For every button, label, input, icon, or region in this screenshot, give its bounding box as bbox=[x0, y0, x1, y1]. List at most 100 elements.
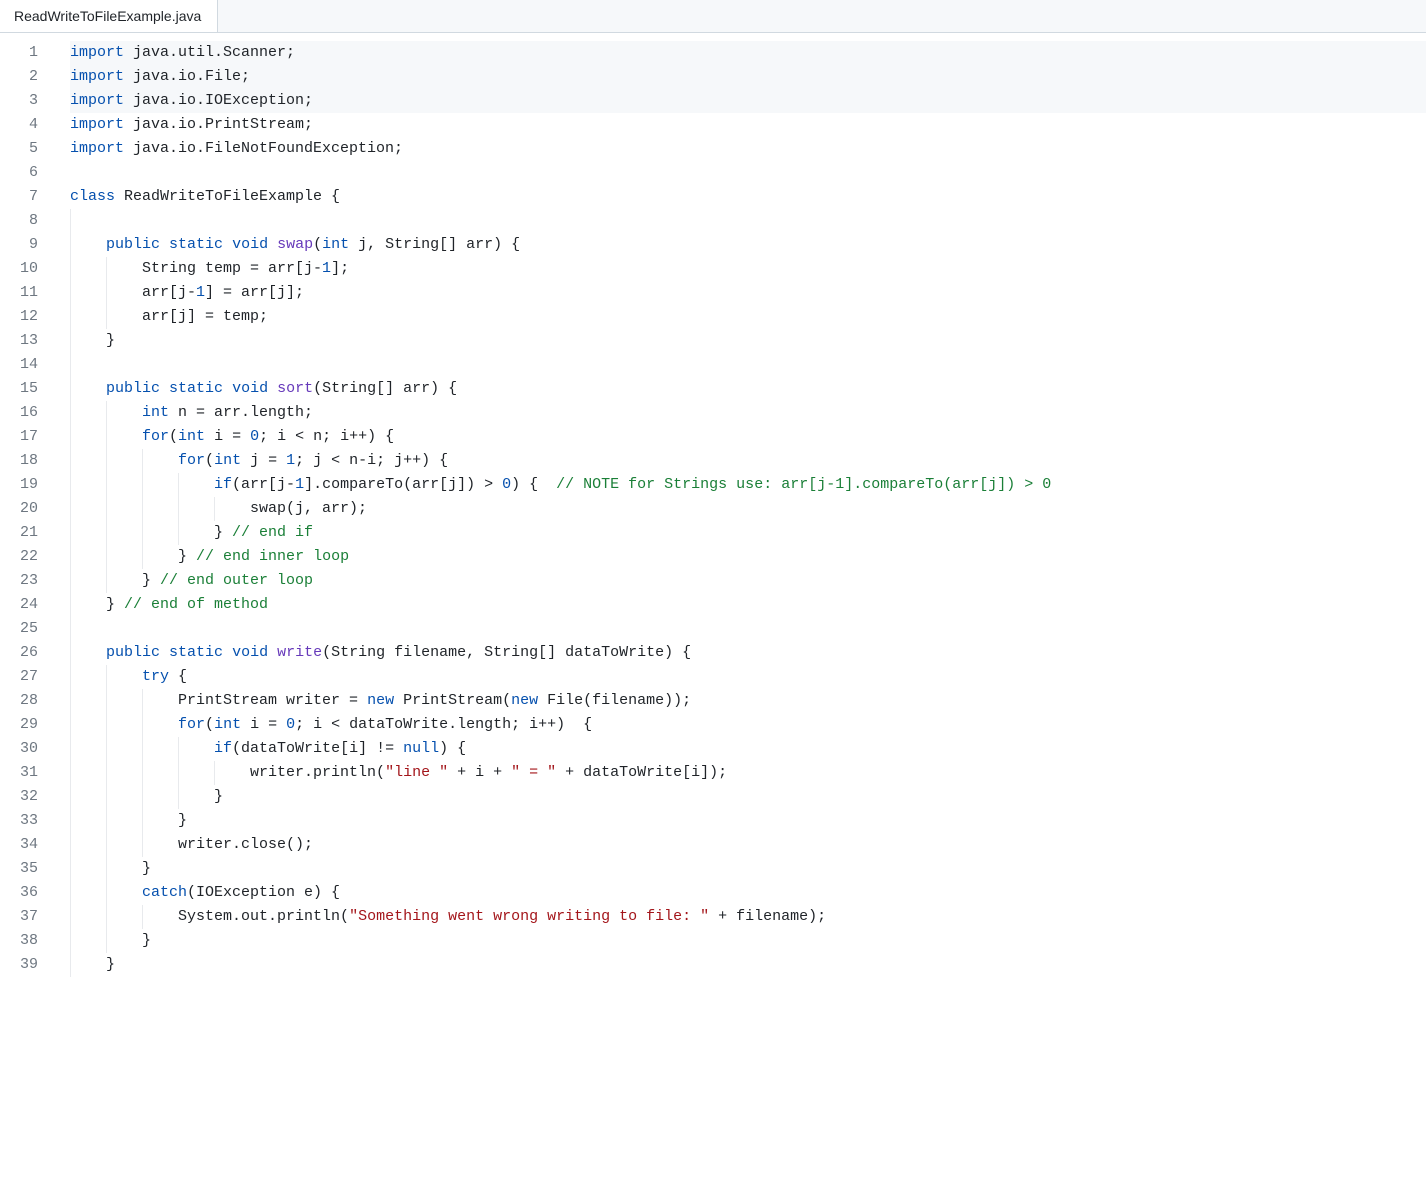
code-line bbox=[70, 353, 1426, 377]
indent-guide bbox=[70, 617, 71, 641]
indent-guide bbox=[106, 281, 107, 305]
indent-guide bbox=[106, 833, 107, 857]
line-number: 14 bbox=[0, 353, 38, 377]
code-line bbox=[70, 161, 1426, 185]
line-number: 13 bbox=[0, 329, 38, 353]
indent-guide bbox=[70, 929, 71, 953]
indent-guide bbox=[142, 905, 143, 929]
code-line: import java.io.File; bbox=[70, 65, 1426, 89]
indent-guide bbox=[142, 713, 143, 737]
code-line: System.out.println("Something went wrong… bbox=[70, 905, 1426, 929]
indent-guide bbox=[106, 665, 107, 689]
code-content[interactable]: import java.util.Scanner;import java.io.… bbox=[56, 33, 1426, 985]
line-number: 12 bbox=[0, 305, 38, 329]
indent-guide bbox=[106, 881, 107, 905]
line-number: 29 bbox=[0, 713, 38, 737]
indent-guide bbox=[70, 473, 71, 497]
indent-guide bbox=[142, 737, 143, 761]
indent-guide bbox=[106, 473, 107, 497]
code-line: catch(IOException e) { bbox=[70, 881, 1426, 905]
code-line: } bbox=[70, 929, 1426, 953]
code-line: } bbox=[70, 857, 1426, 881]
code-line: import java.util.Scanner; bbox=[70, 41, 1426, 65]
indent-guide bbox=[142, 785, 143, 809]
code-line: public static void sort(String[] arr) { bbox=[70, 377, 1426, 401]
indent-guide bbox=[178, 497, 179, 521]
code-line: } bbox=[70, 785, 1426, 809]
indent-guide bbox=[70, 857, 71, 881]
indent-guide bbox=[70, 545, 71, 569]
line-number: 39 bbox=[0, 953, 38, 977]
indent-guide bbox=[70, 377, 71, 401]
indent-guide bbox=[106, 809, 107, 833]
indent-guide bbox=[142, 497, 143, 521]
indent-guide bbox=[70, 641, 71, 665]
code-line: for(int i = 0; i < dataToWrite.length; i… bbox=[70, 713, 1426, 737]
code-line: int n = arr.length; bbox=[70, 401, 1426, 425]
indent-guide bbox=[70, 785, 71, 809]
indent-guide bbox=[142, 521, 143, 545]
code-line: public static void swap(int j, String[] … bbox=[70, 233, 1426, 257]
code-line bbox=[70, 209, 1426, 233]
indent-guide bbox=[70, 521, 71, 545]
code-line: if(arr[j-1].compareTo(arr[j]) > 0) { // … bbox=[70, 473, 1426, 497]
line-number: 11 bbox=[0, 281, 38, 305]
indent-guide bbox=[70, 497, 71, 521]
line-number: 9 bbox=[0, 233, 38, 257]
indent-guide bbox=[214, 761, 215, 785]
indent-guide bbox=[106, 497, 107, 521]
line-number: 3 bbox=[0, 89, 38, 113]
code-line: String temp = arr[j-1]; bbox=[70, 257, 1426, 281]
indent-guide bbox=[178, 473, 179, 497]
indent-guide bbox=[70, 233, 71, 257]
indent-guide bbox=[70, 329, 71, 353]
indent-guide bbox=[142, 545, 143, 569]
line-number: 33 bbox=[0, 809, 38, 833]
indent-guide bbox=[214, 497, 215, 521]
line-number: 27 bbox=[0, 665, 38, 689]
code-line: writer.close(); bbox=[70, 833, 1426, 857]
code-line: import java.io.PrintStream; bbox=[70, 113, 1426, 137]
file-tab[interactable]: ReadWriteToFileExample.java bbox=[0, 0, 218, 32]
code-line: } bbox=[70, 953, 1426, 977]
line-number: 24 bbox=[0, 593, 38, 617]
code-line: writer.println("line " + i + " = " + dat… bbox=[70, 761, 1426, 785]
indent-guide bbox=[178, 737, 179, 761]
line-number-gutter: 1234567891011121314151617181920212223242… bbox=[0, 33, 56, 985]
indent-guide bbox=[142, 809, 143, 833]
indent-guide bbox=[106, 785, 107, 809]
indent-guide bbox=[106, 425, 107, 449]
line-number: 25 bbox=[0, 617, 38, 641]
indent-guide bbox=[142, 449, 143, 473]
indent-guide bbox=[70, 809, 71, 833]
line-number: 7 bbox=[0, 185, 38, 209]
indent-guide bbox=[106, 857, 107, 881]
indent-guide bbox=[106, 545, 107, 569]
line-number: 36 bbox=[0, 881, 38, 905]
indent-guide bbox=[70, 425, 71, 449]
line-number: 19 bbox=[0, 473, 38, 497]
indent-guide bbox=[106, 905, 107, 929]
code-line: try { bbox=[70, 665, 1426, 689]
line-number: 16 bbox=[0, 401, 38, 425]
indent-guide bbox=[70, 689, 71, 713]
indent-guide bbox=[70, 353, 71, 377]
indent-guide bbox=[142, 761, 143, 785]
line-number: 6 bbox=[0, 161, 38, 185]
line-number: 17 bbox=[0, 425, 38, 449]
indent-guide bbox=[70, 881, 71, 905]
indent-guide bbox=[106, 449, 107, 473]
code-line: import java.io.IOException; bbox=[70, 89, 1426, 113]
line-number: 35 bbox=[0, 857, 38, 881]
code-line: } // end inner loop bbox=[70, 545, 1426, 569]
line-number: 31 bbox=[0, 761, 38, 785]
indent-guide bbox=[106, 305, 107, 329]
code-editor: 1234567891011121314151617181920212223242… bbox=[0, 33, 1426, 985]
indent-guide bbox=[106, 521, 107, 545]
code-line: for(int i = 0; i < n; i++) { bbox=[70, 425, 1426, 449]
line-number: 32 bbox=[0, 785, 38, 809]
code-line: } // end outer loop bbox=[70, 569, 1426, 593]
indent-guide bbox=[70, 737, 71, 761]
indent-guide bbox=[106, 737, 107, 761]
file-tab-label: ReadWriteToFileExample.java bbox=[14, 8, 201, 24]
